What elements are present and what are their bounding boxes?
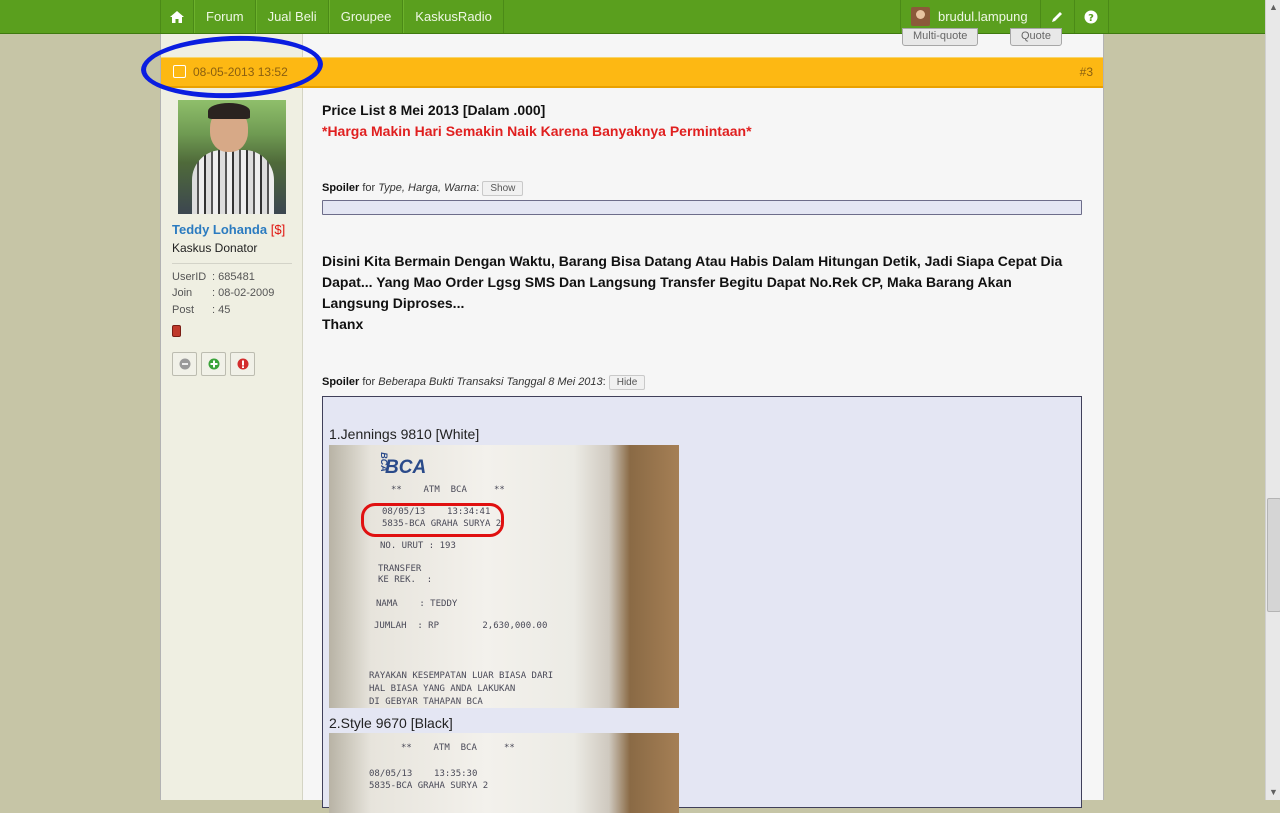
home-button[interactable]	[160, 0, 194, 33]
reputation-icon[interactable]	[172, 325, 181, 337]
minus-rep-button[interactable]	[172, 352, 197, 376]
stat-userid: UserID: 685481	[172, 271, 255, 283]
spoiler-2-header: Spoiler for Beberapa Bukti Transaksi Tan…	[322, 375, 646, 390]
scroll-down-arrow[interactable]: ▼	[1266, 785, 1280, 800]
user-name-link[interactable]: Teddy Lohanda [$]	[172, 222, 285, 237]
scroll-up-arrow[interactable]: ▲	[1266, 0, 1280, 15]
neutral-icon	[179, 358, 190, 370]
nav-left: Forum Jual Beli Groupee KaskusRadio	[160, 0, 504, 33]
nav-forum[interactable]: Forum	[194, 0, 256, 33]
plus-icon	[208, 358, 219, 370]
alert-icon	[237, 358, 248, 370]
stat-join: Join: 08-02-2009	[172, 287, 275, 299]
receipt-image-2[interactable]: ** ATM BCA ** 08/05/13 13:35:30 5835-BCA…	[329, 733, 679, 813]
nav-jual-beli[interactable]: Jual Beli	[255, 0, 329, 33]
top-navbar: Forum Jual Beli Groupee KaskusRadio brud…	[0, 0, 1265, 34]
nav-kaskusradio[interactable]: KaskusRadio	[403, 0, 504, 33]
page-container: Multi-quote Quote 08-05-2013 13:52 #3 Te…	[160, 28, 1104, 813]
help-icon: ?	[1084, 10, 1098, 24]
report-button[interactable]	[230, 352, 255, 376]
item-2-label: 2.Style 9670 [Black]	[329, 715, 453, 731]
receipt-highlight	[361, 503, 504, 537]
svg-text:?: ?	[1088, 13, 1094, 24]
post-heading: Price List 8 Mei 2013 [Dalam .000]	[322, 102, 546, 118]
stat-post: Post: 45	[172, 304, 231, 316]
spoiler-show-button[interactable]: Show	[482, 181, 524, 196]
username: brudul.lampung	[938, 9, 1028, 24]
user-name: Teddy Lohanda	[172, 222, 268, 237]
thanks-text: Thanx	[322, 316, 364, 332]
add-rep-button[interactable]	[201, 352, 226, 376]
spoiler-hide-button[interactable]: Hide	[608, 375, 646, 390]
multi-quote-button[interactable]: Multi-quote	[902, 28, 979, 46]
receipt-image-1[interactable]: BCA BCA ** ATM BCA ** 08/05/13 13:34:41 …	[329, 445, 679, 708]
post-subheading: *Harga Makin Hari Semakin Naik Karena Ba…	[322, 123, 752, 139]
home-icon	[170, 10, 184, 23]
divider	[172, 263, 292, 264]
avatar	[911, 7, 930, 26]
page-scrollbar[interactable]: ▲ ▼	[1265, 0, 1280, 800]
nav-groupee[interactable]: Groupee	[328, 0, 404, 33]
bca-side-logo: BCA	[378, 452, 389, 472]
item-1-label: 1.Jennings 9810 [White]	[329, 426, 480, 442]
donator-badge: [$]	[270, 222, 286, 237]
user-title: Kaskus Donator	[172, 241, 258, 255]
bca-logo: BCA	[385, 457, 427, 478]
quote-button[interactable]: Quote	[1010, 28, 1062, 46]
scroll-thumb[interactable]	[1267, 498, 1280, 612]
spoiler-1-header: Spoiler for Type, Harga, Warna: Show	[322, 181, 524, 196]
post-number[interactable]: #3	[1080, 65, 1093, 79]
post-paragraph: Disini Kita Bermain Dengan Waktu, Barang…	[322, 251, 1072, 335]
pencil-icon	[1052, 11, 1063, 22]
help-button[interactable]: ?	[1075, 0, 1109, 33]
user-avatar-photo[interactable]	[178, 100, 286, 214]
spoiler-2-box: 1.Jennings 9810 [White] BCA BCA ** ATM B…	[322, 396, 1082, 813]
spoiler-1-box	[322, 200, 1082, 215]
